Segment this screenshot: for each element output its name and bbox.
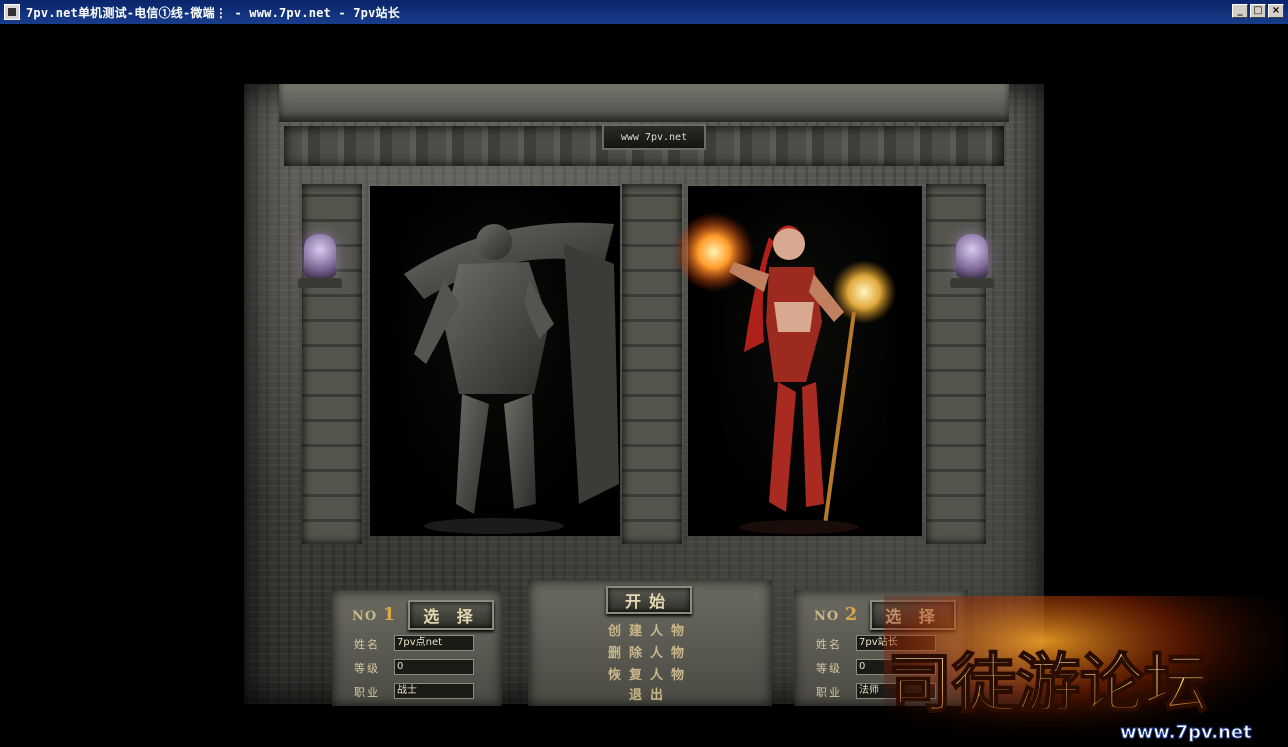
right-lamp-icon bbox=[956, 234, 988, 278]
slot1-select-button[interactable]: 选 择 bbox=[408, 600, 494, 630]
slot2-no-value: 2 bbox=[844, 604, 859, 625]
right-lamp-base bbox=[950, 278, 994, 288]
delete-character-button[interactable]: 删除人物 bbox=[528, 642, 772, 661]
logo-url-text: www.7pv.net bbox=[1120, 722, 1252, 743]
center-pillar bbox=[622, 184, 682, 544]
create-character-button[interactable]: 创建人物 bbox=[528, 620, 772, 639]
slot2-name-label: 姓名 bbox=[816, 638, 842, 651]
app-icon[interactable] bbox=[4, 4, 20, 20]
slot1-name-value: 7pv点net bbox=[394, 635, 474, 651]
window-controls: _ □ × bbox=[1232, 4, 1284, 18]
slot1-info-panel: NO 1 选 择 姓名 7pv点net 等级 0 职业 战士 bbox=[332, 590, 502, 706]
slot2-number: NO 2 bbox=[814, 604, 858, 625]
maximize-button[interactable]: □ bbox=[1250, 4, 1266, 18]
slot1-no-label: NO bbox=[352, 609, 378, 624]
title-bar[interactable]: 7pv.net单机测试-电信①线-微端⋮ - www.7pv.net - 7pv… bbox=[0, 0, 1288, 24]
slot1-level-value: 0 bbox=[394, 659, 474, 675]
mage-character[interactable] bbox=[674, 182, 924, 554]
slot2-no-label: NO bbox=[814, 609, 840, 624]
warrior-character[interactable] bbox=[364, 204, 624, 544]
slot1-level-label: 等级 bbox=[354, 662, 380, 675]
left-lamp-base bbox=[298, 278, 342, 288]
exit-button[interactable]: 退出 bbox=[528, 684, 772, 703]
window-title: 7pv.net单机测试-电信①线-微端⋮ - www.7pv.net - 7pv… bbox=[26, 5, 400, 20]
slot1-number: NO 1 bbox=[352, 604, 396, 625]
forum-logo-watermark: 司徒游论坛 www.7pv.net bbox=[884, 596, 1284, 747]
logo-title-text: 司徒游论坛 bbox=[888, 647, 1208, 722]
restore-character-button[interactable]: 恢复人物 bbox=[528, 664, 772, 683]
left-lamp-icon bbox=[304, 234, 336, 278]
slot1-class-value: 战士 bbox=[394, 683, 474, 699]
stone-lintel bbox=[279, 84, 1009, 122]
minimize-button[interactable]: _ bbox=[1232, 4, 1248, 18]
slot1-class-label: 职业 bbox=[354, 686, 380, 699]
game-window: 7pv.net单机测试-电信①线-微端⋮ - www.7pv.net - 7pv… bbox=[0, 0, 1288, 747]
main-menu-panel: 开始 创建人物 删除人物 恢复人物 退出 bbox=[528, 580, 772, 706]
slot1-no-value: 1 bbox=[382, 604, 397, 625]
close-button[interactable]: × bbox=[1268, 4, 1284, 18]
slot2-class-label: 职业 bbox=[816, 686, 842, 699]
start-button[interactable]: 开始 bbox=[606, 586, 692, 614]
slot2-level-label: 等级 bbox=[816, 662, 842, 675]
site-name-plate: www 7pv.net bbox=[602, 124, 706, 150]
slot1-name-label: 姓名 bbox=[354, 638, 380, 651]
